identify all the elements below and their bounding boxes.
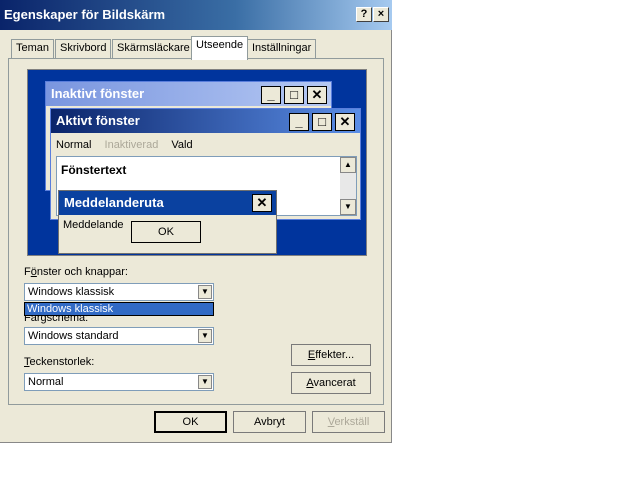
preview-ok-button: OK xyxy=(131,221,201,243)
select-value: Windows standard xyxy=(28,330,119,342)
label-part: F xyxy=(24,266,31,278)
tab-installningar[interactable]: Inställningar xyxy=(247,39,317,59)
tab-teman[interactable]: Teman xyxy=(11,39,55,59)
messagebox-preview: Meddelanderuta ✕ Meddelande OK xyxy=(58,190,277,254)
window-title: Egenskaper för Bildskärm xyxy=(4,7,166,22)
dropdown-option-selected[interactable]: Windows klassisk xyxy=(24,302,214,316)
title-bar[interactable]: Egenskaper för Bildskärm ? × xyxy=(0,0,392,30)
cancel-button[interactable]: Avbryt xyxy=(233,411,306,433)
tab-skarmslackare[interactable]: Skärmsläckare xyxy=(112,39,195,59)
effects-button[interactable]: Effekter... xyxy=(291,344,371,366)
maximize-icon: □ xyxy=(284,86,304,104)
close-icon: ✕ xyxy=(335,113,355,131)
maximize-icon: □ xyxy=(312,113,332,131)
apply-button[interactable]: Verkställ xyxy=(312,411,385,433)
button-label: vancerat xyxy=(313,377,356,389)
minimize-icon: _ xyxy=(289,113,309,131)
scrollbar: ▲ ▼ xyxy=(340,157,356,215)
appearance-preview: Inaktivt fönster _ □ ✕ Aktivt fönster _ … xyxy=(27,69,367,256)
button-label: erkställ xyxy=(334,416,370,428)
ok-button[interactable]: OK xyxy=(154,411,227,433)
windows-buttons-label: Fönster och knappar: xyxy=(24,266,128,278)
scroll-up-icon: ▲ xyxy=(340,157,356,173)
menu-selected: Vald xyxy=(171,139,193,151)
close-button[interactable]: × xyxy=(373,7,389,22)
button-label: ffekter... xyxy=(315,349,355,361)
chevron-down-icon[interactable]: ▼ xyxy=(198,375,212,389)
label-part: eckenstorlek: xyxy=(29,356,95,368)
windows-buttons-select[interactable]: Windows klassisk ▼ xyxy=(24,283,214,301)
menu-normal: Normal xyxy=(56,139,92,151)
help-button[interactable]: ? xyxy=(356,7,372,22)
window-text: Fönstertext xyxy=(61,163,127,177)
font-size-select[interactable]: Normal ▼ xyxy=(24,373,214,391)
select-value: Windows klassisk xyxy=(28,286,115,298)
menu-disabled: Inaktiverad xyxy=(104,139,159,151)
tab-utseende[interactable]: Utseende xyxy=(191,36,249,60)
display-properties-dialog: Egenskaper för Bildskärm ? × Teman Skriv… xyxy=(0,0,392,443)
messagebox-title: Meddelanderuta xyxy=(59,191,276,215)
close-icon: ✕ xyxy=(307,86,327,104)
chevron-down-icon[interactable]: ▼ xyxy=(198,285,212,299)
tab-skrivbord[interactable]: Skrivbord xyxy=(55,39,112,59)
preview-menu: Normal Inaktiverad Vald xyxy=(56,139,203,151)
minimize-icon: _ xyxy=(261,86,281,104)
label-part: nster och knappar: xyxy=(36,266,128,278)
message-text: Meddelande xyxy=(63,219,124,231)
close-icon: ✕ xyxy=(252,194,272,212)
select-value: Normal xyxy=(28,376,64,388)
font-size-label: Teckenstorlek: xyxy=(24,356,94,368)
chevron-down-icon[interactable]: ▼ xyxy=(198,329,212,343)
advanced-button[interactable]: Avancerat xyxy=(291,372,371,394)
color-scheme-select[interactable]: Windows standard ▼ xyxy=(24,327,214,345)
scroll-down-icon: ▼ xyxy=(340,199,356,215)
